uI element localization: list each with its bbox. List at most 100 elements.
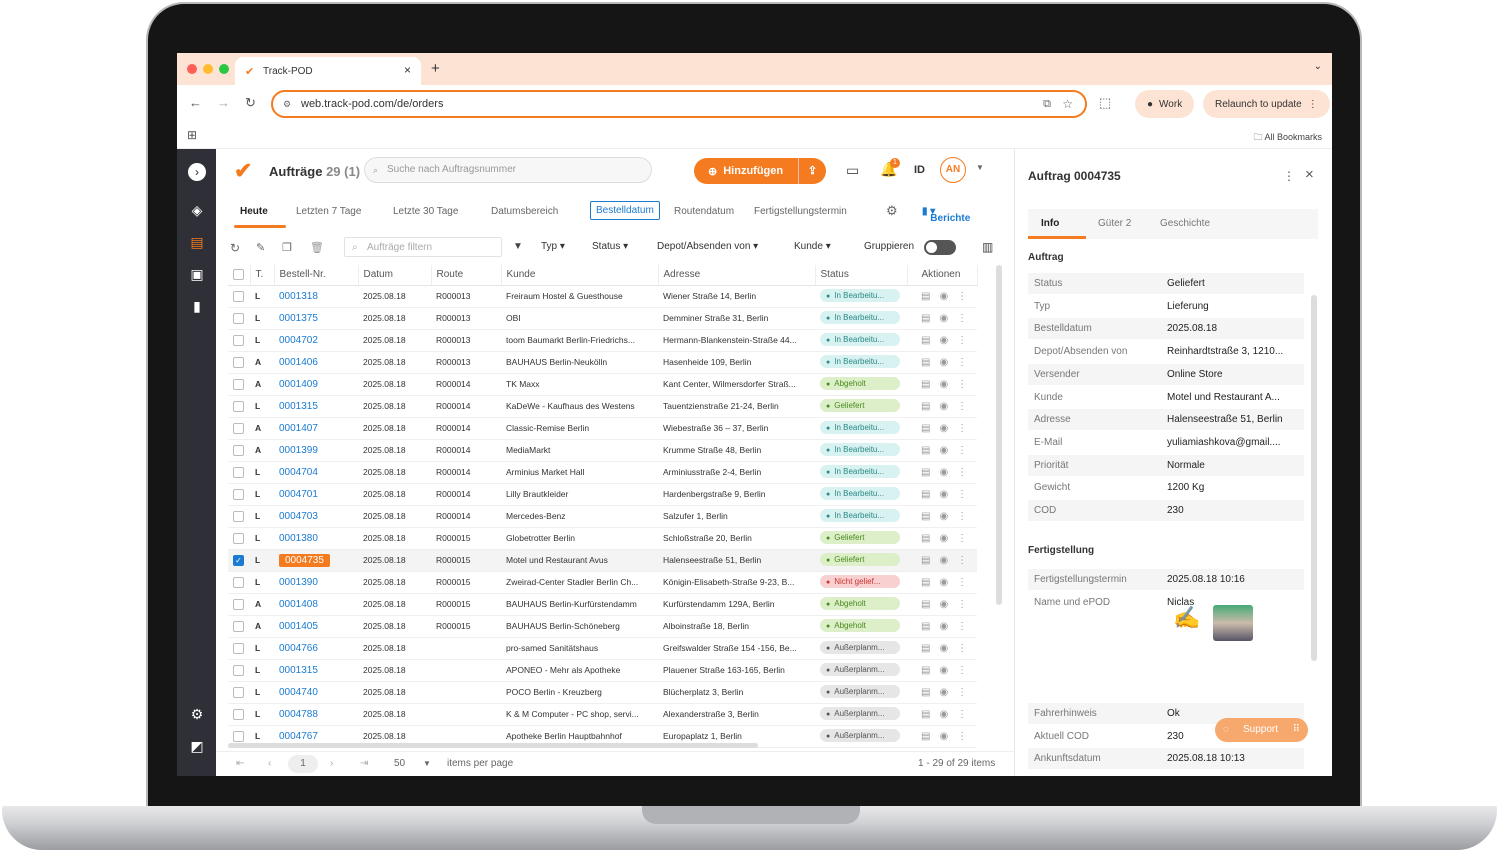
support-button[interactable]: ◌ Support ⠿ <box>1215 718 1308 742</box>
row-action-icons[interactable]: ▤◉⋮ <box>921 379 976 390</box>
row-select[interactable] <box>228 593 250 616</box>
table-row[interactable]: L 0004704 2025.08.18 R000014 Arminius Market… <box>228 461 977 484</box>
row-checkbox[interactable] <box>233 730 244 742</box>
per-page-dropdown-icon[interactable]: ▼ <box>423 759 431 768</box>
col-date[interactable]: Datum <box>358 265 432 286</box>
add-order-button[interactable]: ⊕ Hinzufügen ⇪ <box>694 158 826 184</box>
order-link[interactable]: 0004703 <box>279 511 318 522</box>
row-action-icons[interactable]: ▤◉⋮ <box>921 335 976 346</box>
row-checkbox[interactable] <box>233 708 244 720</box>
tab-geschichte[interactable]: Geschichte <box>1160 218 1210 229</box>
close-tab-icon[interactable]: × <box>404 63 411 77</box>
row-select[interactable] <box>228 615 250 638</box>
routes-icon[interactable]: ◈ <box>188 201 206 219</box>
current-page[interactable]: 1 <box>288 755 318 773</box>
tab-bestelldatum[interactable]: Bestelldatum <box>590 201 660 220</box>
row-action-icons[interactable]: ▤◉⋮ <box>921 423 976 434</box>
next-page-icon[interactable]: › <box>330 758 333 769</box>
row-select[interactable] <box>228 373 250 396</box>
row-action-icons[interactable]: ▤◉⋮ <box>921 291 976 302</box>
table-row[interactable]: A 0001407 2025.08.18 R000014 Classic-Remise … <box>228 417 977 440</box>
orders-icon[interactable]: ▤ <box>188 233 206 251</box>
row-select[interactable] <box>228 285 250 308</box>
row-checkbox[interactable] <box>233 510 244 522</box>
close-panel-icon[interactable]: × <box>1305 166 1314 183</box>
table-row[interactable]: L 0001380 2025.08.18 R000015 Globetrotter Be… <box>228 527 977 550</box>
row-checkbox[interactable] <box>233 686 244 698</box>
horizontal-scrollbar[interactable] <box>228 743 758 748</box>
panel-scrollbar[interactable] <box>1311 295 1317 661</box>
translate-icon[interactable]: ⧉ <box>1043 98 1051 111</box>
upload-icon[interactable]: ⇪ <box>798 158 826 184</box>
new-tab-icon[interactable]: + <box>431 60 440 77</box>
browser-tab[interactable]: ✔ Track-POD × <box>235 57 421 85</box>
order-link[interactable]: 0001375 <box>279 313 318 324</box>
row-select[interactable] <box>228 307 250 330</box>
first-page-icon[interactable]: ⇤ <box>236 758 244 769</box>
row-action-icons[interactable]: ▤◉⋮ <box>921 621 976 632</box>
row-action-icons[interactable]: ▤◉⋮ <box>921 687 976 698</box>
table-row[interactable]: L 0004703 2025.08.18 R000014 Mercedes-Benz Sa… <box>228 505 977 528</box>
table-scrollbar[interactable] <box>996 265 1002 605</box>
row-action-icons[interactable]: ▤◉⋮ <box>921 555 976 566</box>
table-row[interactable]: A 0001408 2025.08.18 R000015 BAUHAUS Berlin-… <box>228 593 977 616</box>
epod-photo[interactable] <box>1213 605 1253 641</box>
row-checkbox[interactable] <box>233 290 244 302</box>
row-action-icons[interactable]: ▤◉⋮ <box>921 467 976 478</box>
col-address[interactable]: Adresse <box>658 265 816 286</box>
tab-gueter[interactable]: Güter 2 <box>1098 218 1131 229</box>
profile-button[interactable]: ● Work <box>1135 90 1195 118</box>
tab-routendatum[interactable]: Routendatum <box>674 206 734 217</box>
settings-icon[interactable]: ⚙ <box>188 705 206 723</box>
order-link[interactable]: 0001407 <box>279 423 318 434</box>
order-link[interactable]: 0001399 <box>279 445 318 456</box>
table-row[interactable]: L 0001390 2025.08.18 R000015 Zweirad-Center … <box>228 571 977 594</box>
row-action-icons[interactable]: ▤◉⋮ <box>921 511 976 522</box>
order-link[interactable]: 0004788 <box>279 709 318 720</box>
row-checkbox[interactable] <box>233 642 244 654</box>
table-row[interactable]: L 0001375 2025.08.18 R000013 OBI Demminer Str… <box>228 307 977 330</box>
row-select[interactable] <box>228 527 250 550</box>
filter-typ[interactable]: Typ ▾ <box>541 241 565 252</box>
row-select[interactable] <box>228 637 250 660</box>
row-checkbox[interactable] <box>233 356 244 368</box>
tab-fertigstellungstermin[interactable]: Fertigstellungstermin <box>754 206 847 217</box>
drag-handle-icon[interactable]: ⠿ <box>1293 718 1300 742</box>
row-action-icons[interactable]: ▤◉⋮ <box>921 709 976 720</box>
table-row[interactable]: L 0004788 2025.08.18 K & M Computer - PC sh… <box>228 703 977 726</box>
reports-dropdown[interactable]: ▮ Berichte ▾ <box>922 206 970 224</box>
order-link[interactable]: 0001408 <box>279 599 318 610</box>
order-link[interactable]: 0004701 <box>279 489 318 500</box>
row-action-icons[interactable]: ▤◉⋮ <box>921 401 976 412</box>
last-page-icon[interactable]: ⇥ <box>360 758 368 769</box>
row-checkbox[interactable] <box>233 466 244 478</box>
tab-heute[interactable]: Heute <box>240 206 268 217</box>
order-link[interactable]: 0001406 <box>279 357 318 368</box>
row-select[interactable] <box>228 681 250 704</box>
table-row[interactable]: L 0001315 2025.08.18 APONEO - Mehr als Apot… <box>228 659 977 682</box>
col-type[interactable]: T. <box>250 265 275 286</box>
row-action-icons[interactable]: ▤◉⋮ <box>921 489 976 500</box>
order-link[interactable]: 0004704 <box>279 467 318 478</box>
row-select[interactable] <box>228 461 250 484</box>
col-route[interactable]: Route <box>431 265 502 286</box>
row-checkbox[interactable] <box>233 664 244 676</box>
all-bookmarks[interactable]: 🗀 All Bookmarks <box>1253 130 1322 146</box>
row-checkbox[interactable] <box>233 444 244 456</box>
row-action-icons[interactable]: ▤◉⋮ <box>921 357 976 368</box>
row-select[interactable] <box>228 439 250 462</box>
id-label[interactable]: ID <box>914 164 925 176</box>
avatar-dropdown-icon[interactable]: ▼ <box>976 163 984 172</box>
table-row[interactable]: L 0001315 2025.08.18 R000014 KaDeWe - Kaufha… <box>228 395 977 418</box>
row-action-icons[interactable]: ▤◉⋮ <box>921 599 976 610</box>
row-checkbox[interactable]: ✓ <box>233 554 244 566</box>
delete-icon[interactable]: 🗑 <box>310 241 324 254</box>
table-row[interactable]: L 0004702 2025.08.18 R000013 toom Baumarkt B… <box>228 329 977 352</box>
maximize-window-button[interactable] <box>219 64 229 74</box>
back-icon[interactable]: ← <box>189 95 202 110</box>
expand-sidebar-icon[interactable]: › <box>188 163 206 181</box>
row-select[interactable] <box>228 329 250 352</box>
contacts-icon[interactable]: ▣ <box>188 265 206 283</box>
help-book-icon[interactable]: ◩ <box>188 737 206 755</box>
edit-icon[interactable]: ✎ <box>256 241 265 254</box>
